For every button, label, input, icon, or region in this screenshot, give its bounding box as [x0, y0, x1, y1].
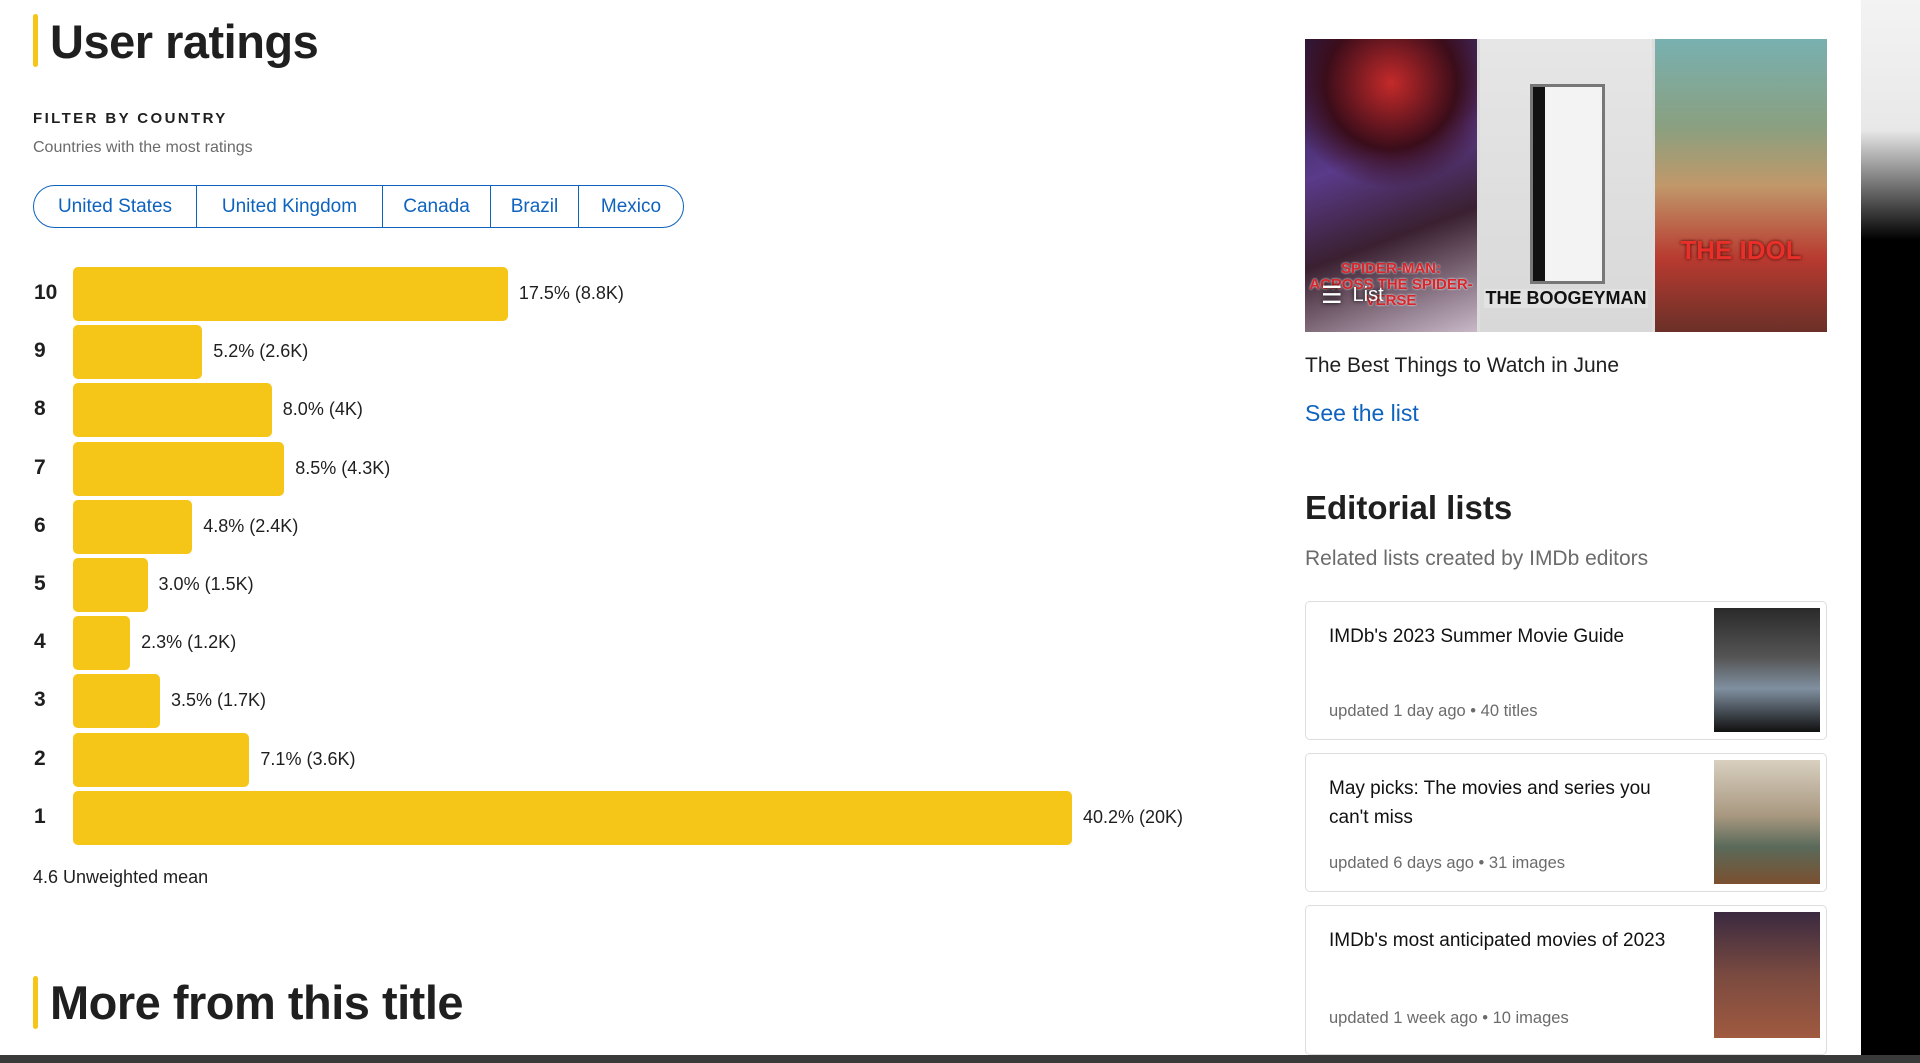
rating-label: 10 [34, 281, 58, 304]
see-the-list-link[interactable]: See the list [1305, 400, 1419, 427]
bar-value-label: 3.0% (1.5K) [158, 574, 254, 594]
poster-title-the-idol: The Idol [1680, 235, 1802, 265]
country-chip-united-states[interactable]: United States [34, 186, 197, 227]
list-icon: ☰ [1321, 282, 1343, 309]
bar-value-label: 8.0% (4K) [282, 399, 363, 420]
ratings-histogram: 10 17.5% (8.8K) 9 5.2% (2.6K) 8 8.0% (4K) 7 8.5… [0, 262, 1250, 852]
rating-label: 9 [34, 339, 46, 363]
editorial-list-card[interactable]: IMDb's most anticipated movies of 2023 u… [1305, 905, 1827, 1055]
bar-value-label: 40.2% (20K) [1082, 806, 1184, 827]
rating-label: 1 [34, 804, 46, 828]
rating-label: 4 [34, 630, 46, 654]
country-chip-united-kingdom[interactable]: United Kingdom [197, 186, 383, 227]
unweighted-mean: 4.6 Unweighted mean [33, 867, 209, 887]
bar-value-label: 4.8% (2.4K) [203, 515, 299, 536]
section-accent-bar [33, 14, 38, 67]
card-meta: updated 1 week ago • 10 images [1329, 1009, 1569, 1027]
rating-bar-7[interactable] [73, 441, 285, 496]
rating-bar-6[interactable] [73, 499, 193, 554]
poster-the-idol: The Idol [1655, 39, 1827, 332]
rating-label: 6 [34, 513, 46, 537]
country-chip-canada[interactable]: Canada [383, 186, 491, 227]
editorial-list-card[interactable]: IMDb's 2023 Summer Movie Guide updated 1… [1305, 601, 1827, 740]
editorial-lists-title: Editorial lists [1305, 489, 1513, 526]
section-title-user-ratings: User ratings [50, 15, 319, 68]
rating-bar-10[interactable] [73, 267, 508, 321]
rating-bar-8[interactable] [73, 383, 272, 438]
card-thumbnail [1714, 760, 1820, 884]
bar-value-label: 17.5% (8.8K) [518, 283, 624, 303]
bar-value-label: 8.5% (4.3K) [295, 457, 391, 478]
country-filter: United States United Kingdom Canada Braz… [33, 185, 684, 228]
filter-label: FILTER BY COUNTRY [33, 110, 228, 127]
list-badge: ☰ List [1321, 282, 1384, 309]
bar-value-label: 2.3% (1.2K) [141, 632, 237, 653]
editorial-list-card[interactable]: May picks: The movies and series you can… [1305, 753, 1827, 892]
background-window [0, 1055, 1920, 1063]
rating-bar-4[interactable] [73, 616, 131, 671]
bar-value-label: 5.2% (2.6K) [213, 341, 309, 362]
poster-title-the-boogeyman: The Boogeyman [1484, 288, 1648, 308]
card-meta: updated 6 days ago • 31 images [1329, 854, 1566, 872]
featured-list-image[interactable]: Spider-Man: Across the Spider-Verse ☰ Lis… [1305, 39, 1827, 332]
rating-bar-2[interactable] [73, 732, 250, 787]
rating-label: 5 [34, 572, 46, 595]
card-title: IMDb's 2023 Summer Movie Guide [1329, 626, 1625, 647]
country-chip-brazil[interactable]: Brazil [491, 186, 579, 227]
poster-spider-man: Spider-Man: Across the Spider-Verse ☰ Lis… [1305, 39, 1477, 332]
filter-subtitle: Countries with the most ratings [33, 139, 253, 156]
poster-the-boogeyman: The Boogeyman [1480, 39, 1652, 332]
rating-label: 7 [34, 455, 46, 479]
rating-bar-5[interactable] [73, 558, 148, 612]
bar-value-label: 7.1% (3.6K) [260, 748, 356, 769]
card-title: May picks: The movies and series you can… [1329, 778, 1651, 828]
editorial-lists-subtitle: Related lists created by IMDb editors [1305, 547, 1649, 570]
bar-value-label: 3.5% (1.7K) [170, 690, 267, 711]
card-title: IMDb's most anticipated movies of 2023 [1329, 930, 1666, 951]
country-chip-mexico[interactable]: Mexico [579, 186, 683, 227]
rating-bar-3[interactable] [73, 674, 160, 729]
rating-label: 2 [34, 746, 46, 770]
card-thumbnail [1714, 912, 1820, 1038]
section-accent-bar [33, 976, 38, 1029]
featured-list-title[interactable]: The Best Things to Watch in June [1305, 354, 1619, 378]
card-thumbnail [1714, 608, 1820, 732]
window-edge [1861, 0, 1920, 1063]
card-meta: updated 1 day ago • 40 titles [1329, 702, 1538, 720]
rating-bar-1[interactable] [73, 790, 1072, 845]
section-title-more-from-this-title: More from this title [50, 976, 464, 1029]
rating-bar-9[interactable] [73, 325, 203, 380]
rating-label: 8 [34, 397, 46, 421]
rating-label: 3 [34, 688, 46, 712]
